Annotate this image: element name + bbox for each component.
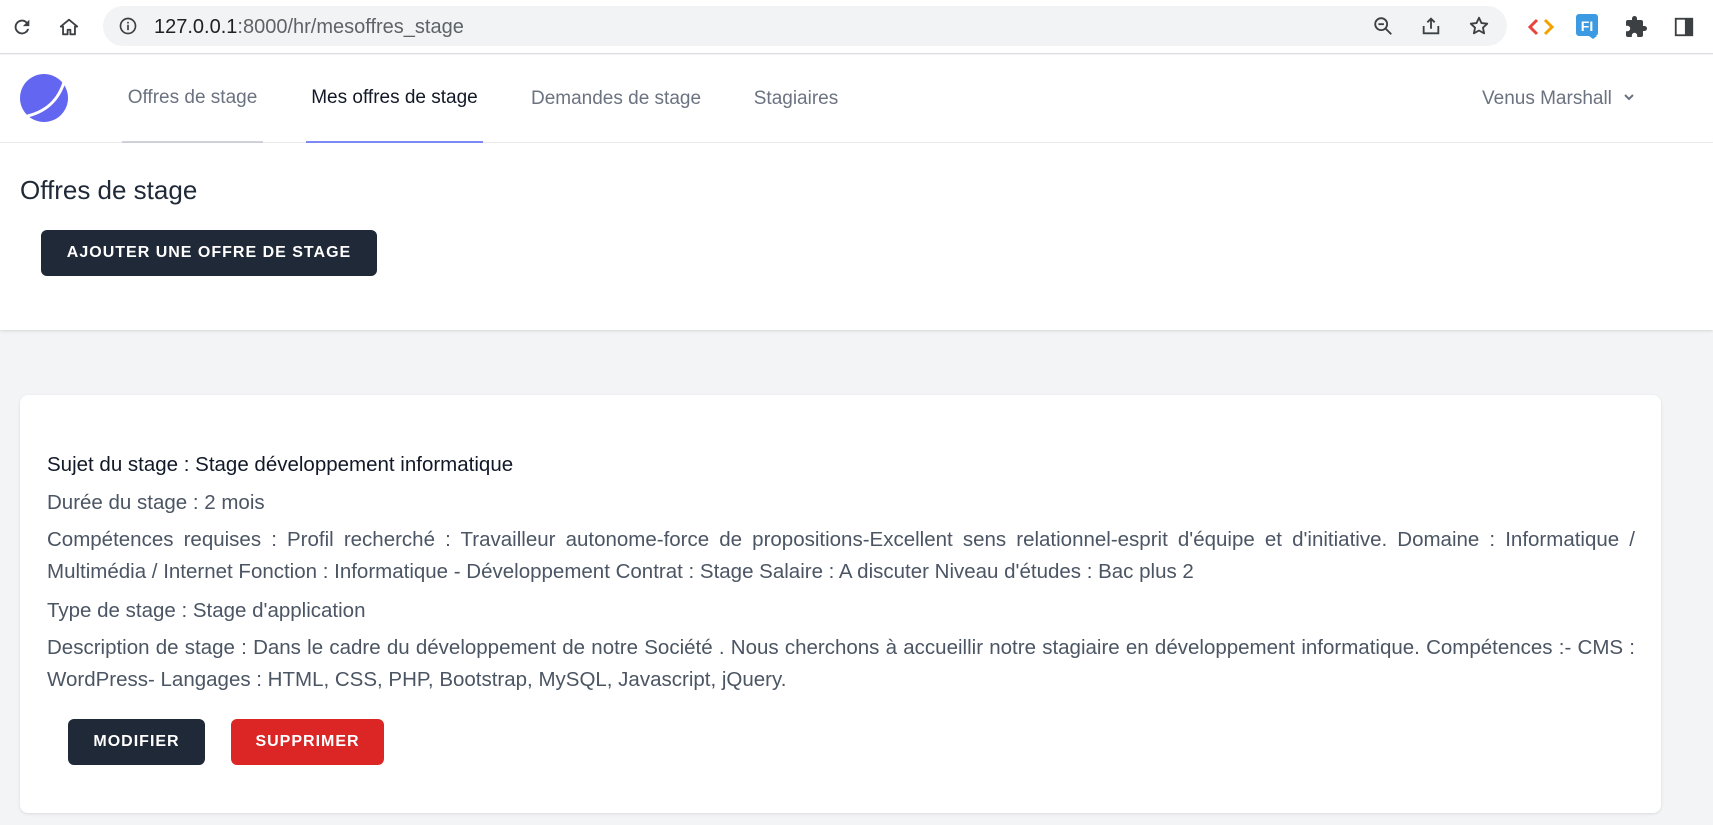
nav-mes-offres-de-stage-label: Mes offres de stage — [311, 87, 478, 108]
share-icon[interactable] — [1419, 14, 1443, 38]
fi-extension-label: FI — [1581, 18, 1593, 34]
offer-subject: Sujet du stage : Stage développement inf… — [47, 453, 514, 476]
url-host: 127.0.0.1 — [154, 16, 238, 38]
fi-extension-icon[interactable]: FI — [1575, 12, 1601, 40]
url-path: :8000/hr/mesoffres_stage — [237, 16, 464, 38]
offer-description: Description de stage : Dans le cadre du … — [47, 636, 1635, 691]
nav-stagiaires-label: Stagiaires — [753, 88, 839, 109]
side-panel-icon[interactable] — [1670, 13, 1698, 41]
nav-offres-de-stage[interactable]: Offres de stage — [122, 55, 263, 143]
site-info-icon[interactable] — [117, 15, 139, 37]
bookmark-star-icon[interactable] — [1467, 14, 1491, 38]
nav-demandes-de-stage-label: Demandes de stage — [530, 88, 702, 109]
code-extension-icon[interactable] — [1527, 13, 1555, 41]
browser-toolbar: 127.0.0.1:8000/hr/mesoffres_stage FI — [0, 0, 1713, 54]
url-text[interactable]: 127.0.0.1:8000/hr/mesoffres_stage — [154, 16, 464, 39]
user-name: Venus Marshall — [1482, 88, 1612, 109]
zoom-out-icon[interactable] — [1371, 14, 1395, 38]
offer-type: Type de stage : Stage d'application — [47, 599, 366, 622]
offer-duration: Durée du stage : 2 mois — [47, 491, 265, 514]
app-logo[interactable] — [19, 73, 69, 123]
reload-icon[interactable] — [8, 13, 36, 41]
delete-offer-button[interactable]: SUPPRIMER — [231, 719, 384, 765]
nav-mes-offres-de-stage[interactable]: Mes offres de stage — [306, 55, 483, 143]
chevron-down-icon — [1622, 88, 1636, 110]
edit-offer-button[interactable]: MODIFIER — [68, 719, 205, 765]
page-header: Offres de stage AJOUTER UNE OFFRE DE STA… — [0, 143, 1713, 330]
offer-skills: Compétences requises : Profil recherché … — [47, 528, 1635, 583]
add-offer-button[interactable]: AJOUTER UNE OFFRE DE STAGE — [41, 230, 377, 276]
address-bar[interactable]: 127.0.0.1:8000/hr/mesoffres_stage — [103, 6, 1507, 46]
home-icon[interactable] — [55, 13, 83, 41]
extensions-puzzle-icon[interactable] — [1622, 13, 1650, 41]
nav-offres-de-stage-label: Offres de stage — [127, 87, 258, 108]
nav-demandes-de-stage[interactable]: Demandes de stage — [530, 55, 702, 143]
offer-card: Sujet du stage : Stage développement inf… — [20, 395, 1661, 813]
user-menu[interactable]: Venus Marshall — [1482, 81, 1636, 117]
app-navbar: Offres de stage Mes offres de stage Dema… — [0, 55, 1713, 143]
page-title: Offres de stage — [20, 175, 198, 205]
nav-stagiaires[interactable]: Stagiaires — [753, 55, 839, 143]
